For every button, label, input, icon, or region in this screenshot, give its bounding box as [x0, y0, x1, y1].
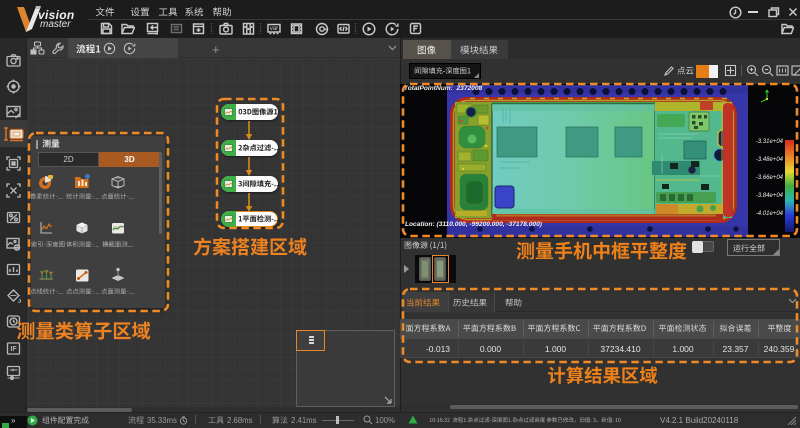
svg-text:IF: IF [10, 346, 17, 353]
svg-text:-4.01e+04: -4.01e+04 [756, 211, 784, 217]
svg-text:-3.84e+04: -3.84e+04 [756, 193, 784, 199]
svg-text:-3.48e+04: -3.48e+04 [756, 157, 784, 163]
svg-text:-3.66e+04: -3.66e+04 [756, 175, 784, 181]
svg-text:var: var [270, 26, 278, 32]
svg-text:-3.31e+04: -3.31e+04 [756, 139, 784, 145]
